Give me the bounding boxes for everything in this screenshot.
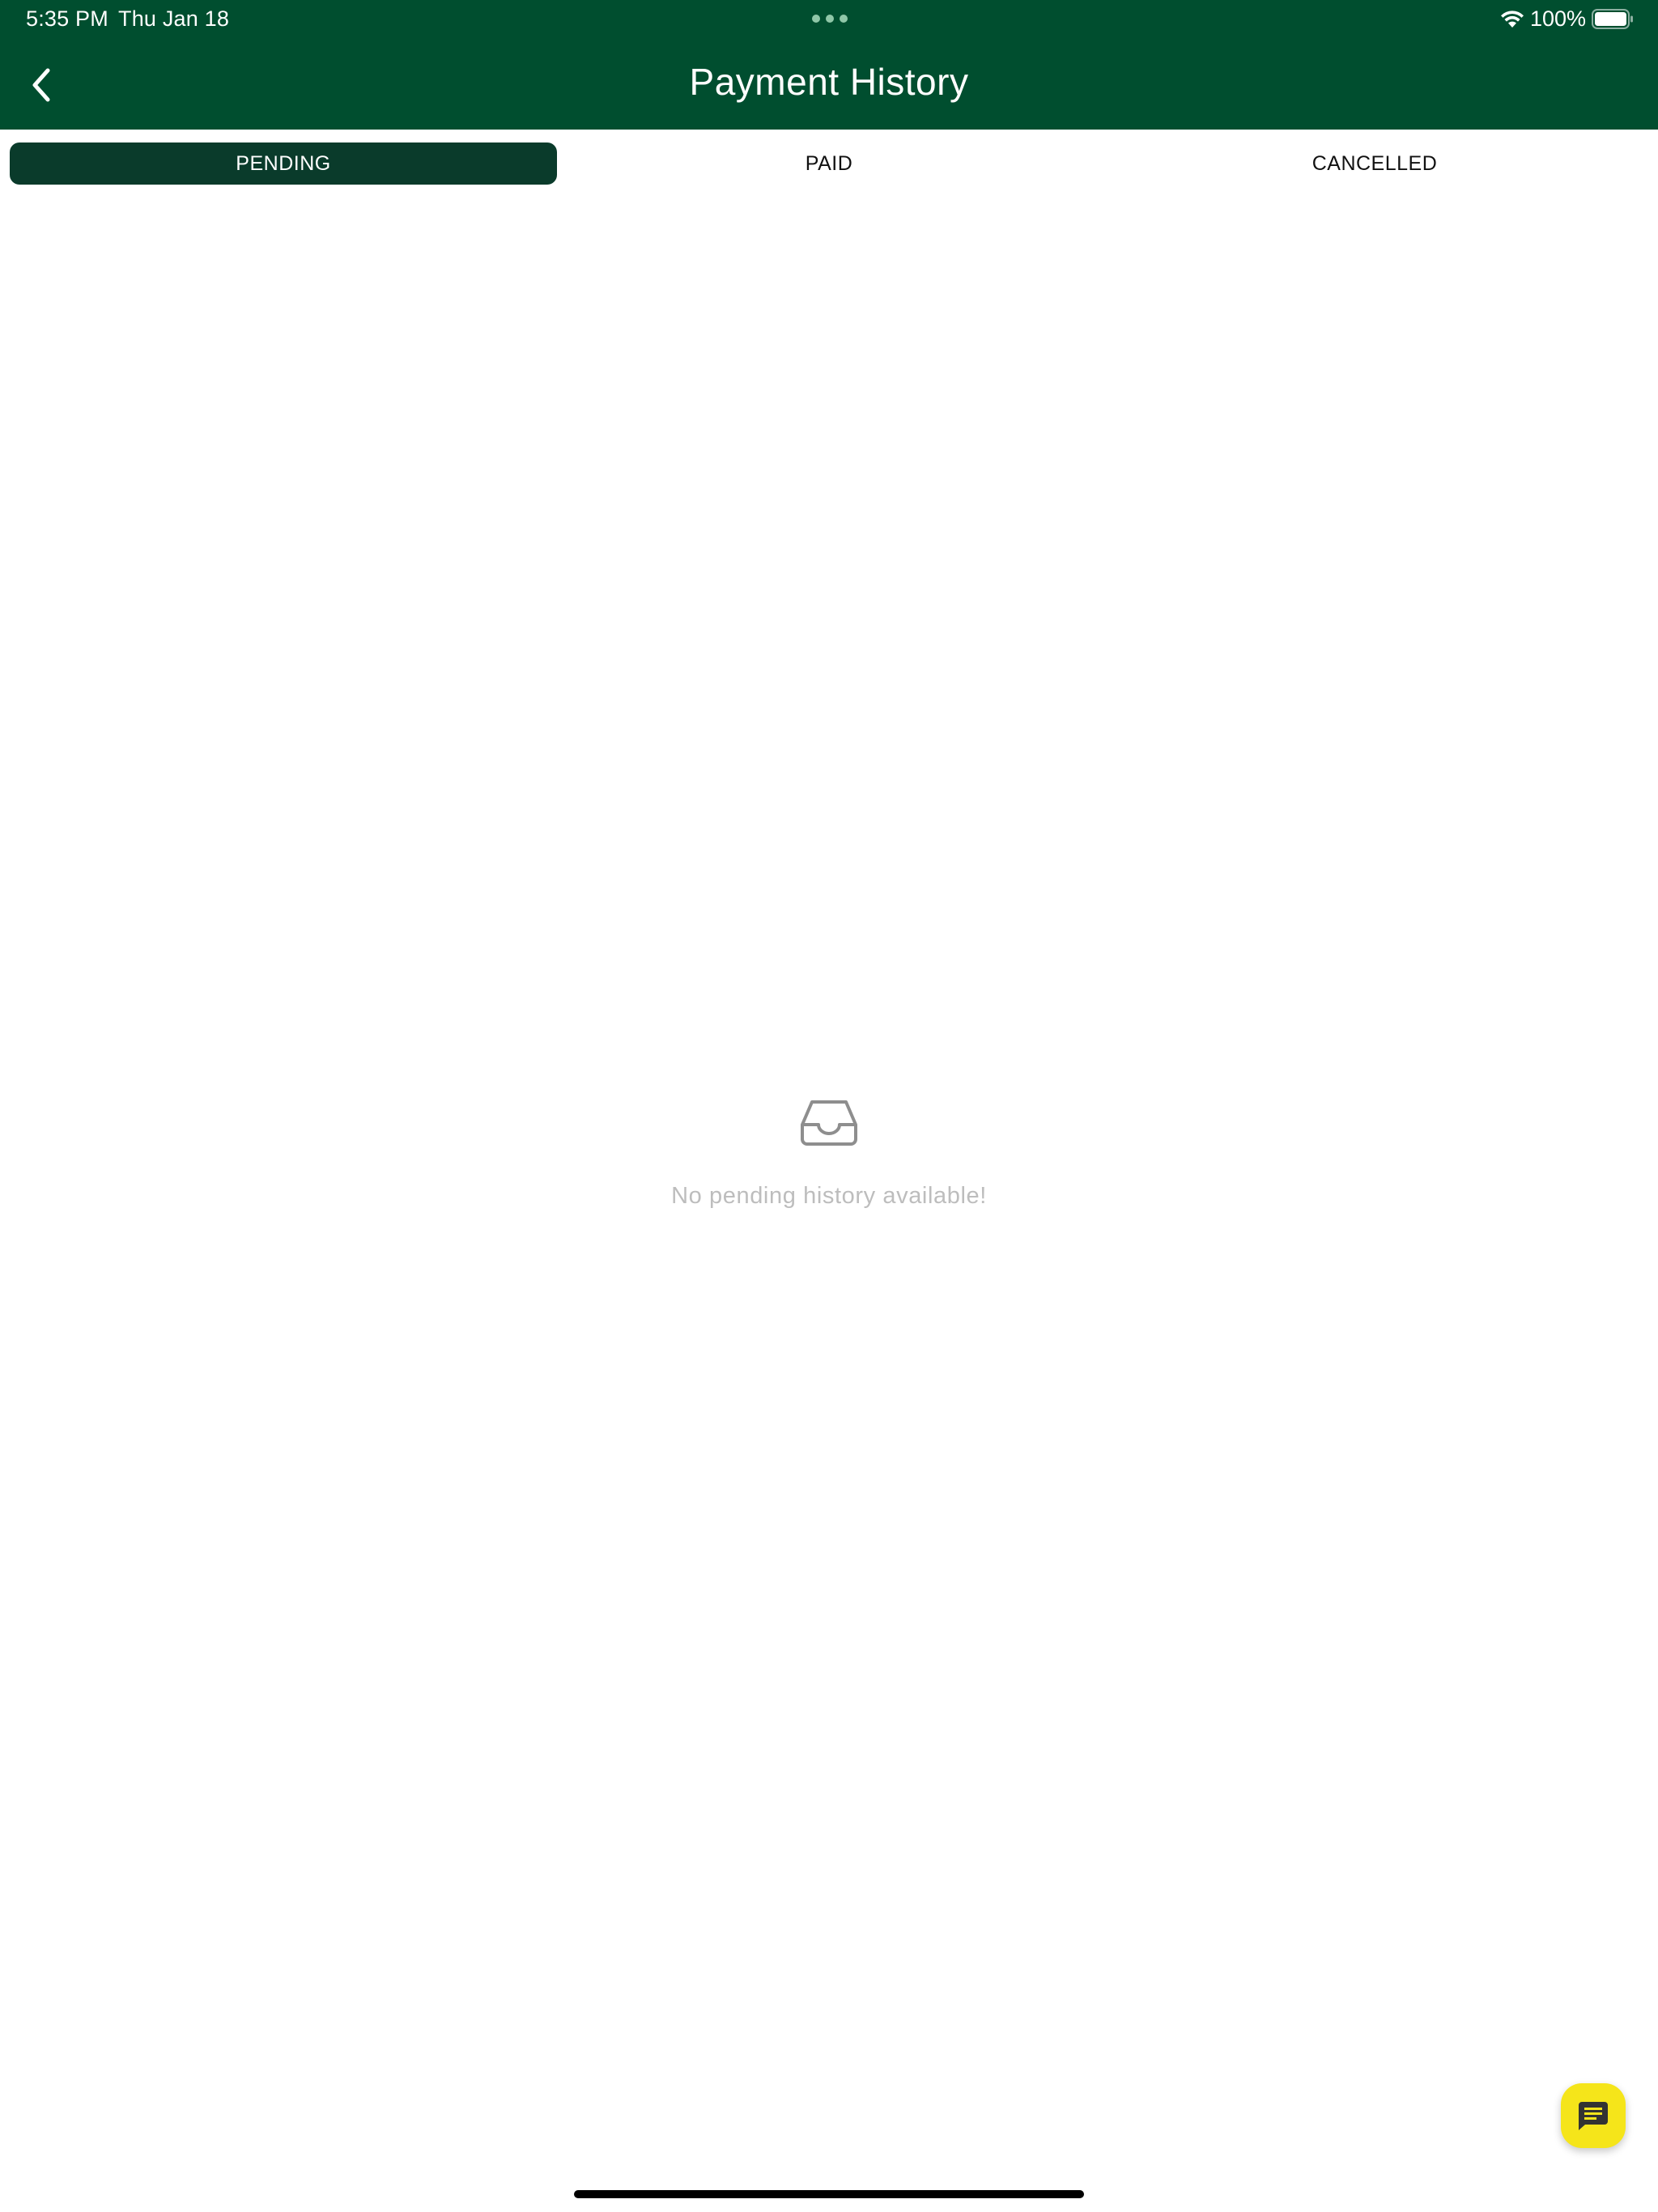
empty-state-message: No pending history available!	[671, 1183, 987, 1209]
header: 5:35 PM Thu Jan 18 100% Payment History	[0, 0, 1658, 130]
status-time: 5:35 PM	[26, 6, 108, 31]
nav-bar: Payment History	[0, 49, 1658, 121]
chat-icon	[1579, 2102, 1608, 2130]
status-bar: 5:35 PM Thu Jan 18 100%	[0, 0, 1658, 37]
chat-button[interactable]	[1561, 2083, 1626, 2148]
page-title: Payment History	[689, 61, 969, 103]
tab-bar: PENDING PAID CANCELLED	[0, 130, 1658, 191]
wifi-icon	[1501, 11, 1524, 28]
home-indicator[interactable]	[574, 2190, 1084, 2198]
payment-history-screen: 5:35 PM Thu Jan 18 100% Payment History …	[0, 0, 1658, 2212]
battery-icon	[1592, 9, 1633, 29]
tab-cancelled[interactable]: CANCELLED	[1101, 143, 1648, 185]
empty-state: No pending history available!	[0, 1097, 1658, 1210]
tab-pending[interactable]: PENDING	[10, 143, 557, 185]
tab-paid[interactable]: PAID	[555, 143, 1103, 185]
status-date: Thu Jan 18	[118, 6, 230, 31]
chevron-left-icon	[32, 68, 50, 102]
multitasking-dots-icon[interactable]	[811, 14, 848, 23]
inbox-icon	[801, 1100, 857, 1146]
battery-percentage: 100%	[1530, 6, 1587, 31]
back-button[interactable]	[16, 60, 66, 110]
